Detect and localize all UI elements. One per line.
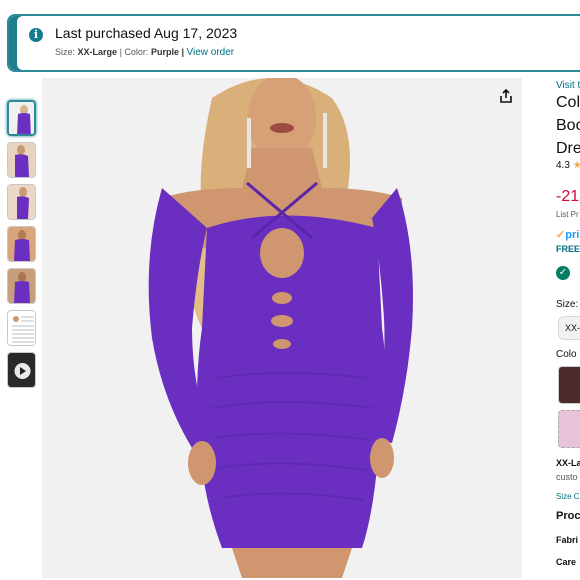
size-value: XX-Large — [77, 47, 118, 57]
visit-store-link[interactable]: Visit t — [556, 80, 580, 91]
thumbnail-image-5[interactable] — [7, 268, 36, 304]
prime-badge: ✓prin — [556, 228, 580, 241]
check-circle-icon: ✓ — [556, 266, 570, 280]
alert-meta: Size: XX-Large | Color: Purple | View or… — [55, 47, 234, 58]
purchase-alert: i Last purchased Aug 17, 2023 Size: XX-L… — [7, 14, 580, 72]
thumbnail-image-3[interactable] — [7, 184, 36, 220]
color-label: Colo — [556, 349, 577, 360]
care-label: Care — [556, 557, 577, 567]
rating-value: 4.3 ★ — [556, 160, 580, 171]
color-label: Color: — [124, 47, 149, 57]
color-swatch-pink[interactable] — [558, 410, 580, 448]
customer-text: custo — [556, 472, 578, 482]
view-order-link[interactable]: View order — [187, 47, 235, 58]
size-label: Size: — [556, 299, 579, 310]
fabric-label: Fabri — [556, 535, 579, 545]
check-icon: ✓ — [556, 229, 566, 241]
prime-text: prin — [565, 229, 580, 241]
product-title-line2: Boc — [556, 117, 580, 134]
share-icon[interactable] — [498, 88, 514, 104]
in-stock-check: ✓ — [556, 266, 570, 280]
size-select[interactable]: XX- — [558, 316, 580, 340]
size-chart-link[interactable]: Size Cl — [556, 492, 580, 501]
discount-percent: -21 — [556, 188, 580, 205]
thumbnail-image-4[interactable] — [7, 226, 36, 262]
rating-number: 4.3 — [556, 160, 570, 171]
thumbnail-video[interactable] — [7, 352, 36, 388]
main-product-image[interactable] — [42, 78, 522, 578]
thumbnail-size-chart[interactable] — [7, 310, 36, 346]
star-icon: ★ — [572, 160, 580, 171]
product-title-line3: Dre — [556, 140, 580, 157]
color-swatch-brown[interactable] — [558, 366, 580, 404]
color-value: Purple — [150, 47, 179, 57]
info-icon: i — [29, 28, 43, 42]
product-page: i Last purchased Aug 17, 2023 Size: XX-L… — [0, 0, 580, 580]
size-label: Size: — [55, 47, 76, 57]
free-delivery: FREE — [556, 244, 580, 254]
selected-size-text: XX-La — [556, 458, 580, 468]
thumbnail-image-1[interactable] — [7, 100, 36, 136]
alert-title: Last purchased Aug 17, 2023 — [55, 25, 238, 41]
product-info-column: Visit t Col Boc Dre 4.3 ★ -21 List Pr ✓p… — [556, 78, 580, 580]
list-price-label: List Pr — [556, 210, 579, 219]
top-strip — [0, 0, 580, 8]
product-details-heading: Proc — [556, 510, 580, 522]
product-title-line1: Col — [556, 94, 580, 111]
thumbnail-image-2[interactable] — [7, 142, 36, 178]
